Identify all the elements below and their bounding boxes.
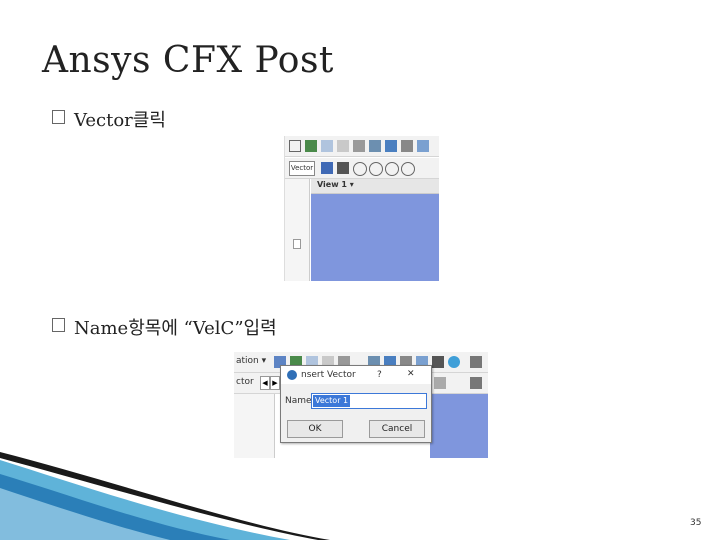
bullet-marker bbox=[50, 108, 68, 126]
name-label: Name bbox=[285, 396, 312, 406]
zoom-out-icon[interactable] bbox=[369, 162, 383, 176]
left-panel-strip bbox=[285, 179, 310, 281]
text-icon[interactable] bbox=[369, 140, 381, 152]
app-icon bbox=[287, 370, 297, 380]
color-map-icon[interactable] bbox=[401, 140, 413, 152]
globe-icon[interactable] bbox=[448, 356, 460, 368]
location-dropdown[interactable]: ation ▾ bbox=[236, 356, 266, 366]
bullet-text-1: Vector클릭 bbox=[74, 110, 166, 131]
axis-icon[interactable] bbox=[470, 377, 482, 389]
dialog-title: nsert Vector bbox=[301, 370, 356, 380]
help-icon[interactable]: ? bbox=[377, 370, 382, 380]
zoom-box-icon[interactable] bbox=[385, 162, 399, 176]
vector-tooltip: Vector bbox=[289, 161, 315, 176]
dialog-titlebar: nsert Vector ? ✕ bbox=[281, 366, 431, 384]
view-tab-bar: View 1 ▾ bbox=[311, 179, 439, 194]
toolbar-row-1 bbox=[285, 136, 439, 157]
vector-label: ctor bbox=[236, 377, 254, 387]
insert-vector-dialog: nsert Vector ? ✕ Name Vector 1 OK Cancel bbox=[280, 365, 432, 443]
slide-title: Ansys CFX Post bbox=[42, 40, 334, 81]
zoom-icon[interactable] bbox=[353, 162, 367, 176]
bullet-text-2: Name항목에 “VelC”입력 bbox=[74, 318, 277, 339]
pan-icon[interactable] bbox=[337, 162, 349, 174]
expression-icon[interactable] bbox=[470, 356, 482, 368]
ok-button[interactable]: OK bbox=[287, 420, 343, 438]
name-field-value: Vector 1 bbox=[313, 395, 351, 407]
close-icon[interactable]: ✕ bbox=[407, 369, 415, 379]
name-field[interactable]: Vector 1 bbox=[311, 393, 427, 409]
clip-plane-icon[interactable] bbox=[385, 140, 397, 152]
chart-icon[interactable] bbox=[432, 356, 444, 368]
streamline-icon[interactable] bbox=[321, 140, 333, 152]
particle-track-icon[interactable] bbox=[337, 140, 349, 152]
page-number: 35 bbox=[690, 518, 702, 528]
viewport[interactable] bbox=[311, 194, 439, 281]
screenshot-vector-toolbar: Vector View 1 ▾ bbox=[284, 136, 439, 281]
back-icon[interactable]: ◀ bbox=[260, 376, 270, 390]
view-tab[interactable]: View 1 ▾ bbox=[317, 180, 354, 189]
scroll-handle[interactable] bbox=[293, 239, 301, 249]
toolbar-row-2: Vector bbox=[285, 158, 439, 179]
bullet-marker bbox=[50, 316, 68, 334]
volume-render-icon[interactable] bbox=[353, 140, 365, 152]
cancel-button[interactable]: Cancel bbox=[369, 420, 425, 438]
view-select-icon[interactable] bbox=[434, 377, 446, 389]
decorative-swoosh bbox=[0, 452, 330, 540]
variable-icon[interactable] bbox=[417, 140, 429, 152]
forward-icon[interactable]: ▶ bbox=[270, 376, 280, 390]
rotate-icon[interactable] bbox=[321, 162, 333, 174]
contour-icon[interactable] bbox=[305, 140, 317, 152]
fit-view-icon[interactable] bbox=[401, 162, 415, 176]
vector-icon[interactable] bbox=[289, 140, 301, 152]
